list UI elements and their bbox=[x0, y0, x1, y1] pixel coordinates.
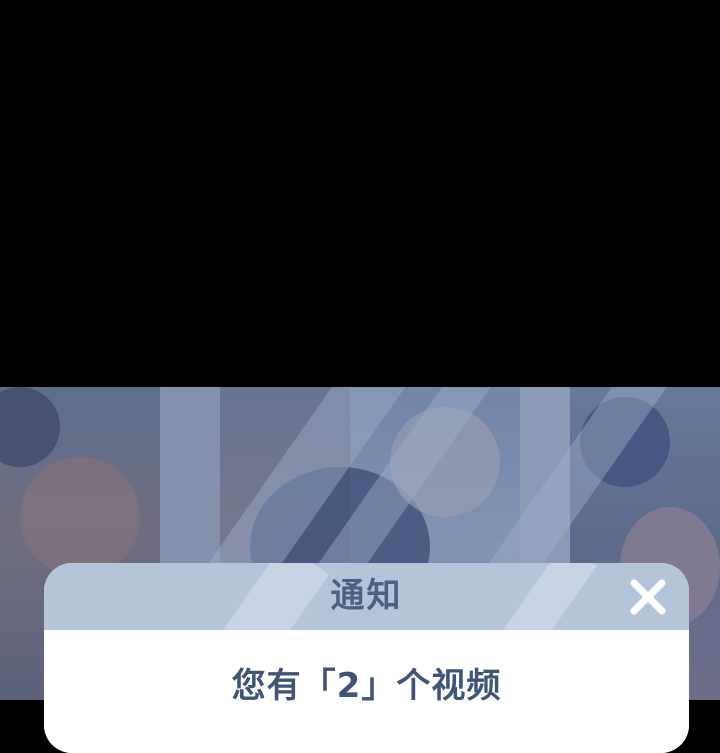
black-area bbox=[0, 0, 720, 387]
dialog-title: 通知 bbox=[330, 576, 403, 616]
dialog-body: 您有「2」个视频 bbox=[44, 630, 689, 753]
close-icon bbox=[630, 579, 666, 615]
dialog-header: 通知 bbox=[44, 563, 689, 630]
close-button[interactable] bbox=[628, 577, 668, 617]
notification-dialog: 通知 您有「2」个视频 bbox=[44, 563, 689, 753]
